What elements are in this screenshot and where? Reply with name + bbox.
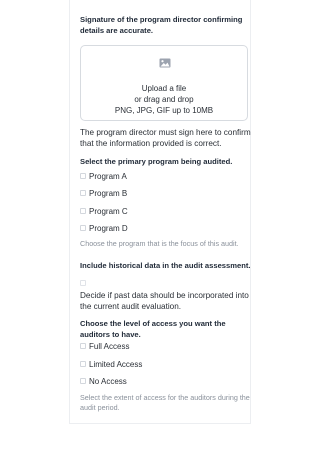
access-option-label: No Access [89, 376, 127, 386]
program-option-label: Program A [89, 171, 127, 181]
upload-hint: PNG, JPG, GIF up to 10MB [114, 106, 214, 115]
program-option[interactable]: Program A [80, 170, 127, 182]
historical-data-help: Decide if past data should be incorporat… [80, 291, 249, 311]
radio-button[interactable] [80, 190, 86, 196]
access-level-label: Choose the level of access you want the … [80, 319, 226, 339]
file-upload-dropzone[interactable]: Upload a file or drag and drop PNG, JPG,… [80, 45, 248, 121]
historical-data-label: Include historical data in the audit ass… [80, 261, 251, 270]
program-option[interactable]: Program D [80, 222, 128, 234]
primary-program-help: Choose the program that is the focus of … [80, 239, 239, 248]
program-option-label: Program C [89, 206, 128, 216]
access-option-label: Limited Access [89, 359, 143, 369]
radio-button[interactable] [80, 225, 86, 231]
access-option-label: Full Access [89, 341, 130, 351]
radio-button[interactable] [80, 343, 86, 349]
radio-button[interactable] [80, 208, 86, 214]
signature-label: Signature of the program director confir… [80, 15, 243, 35]
access-option[interactable]: Full Access [80, 340, 129, 352]
access-option[interactable]: No Access [80, 375, 127, 387]
program-option-label: Program B [89, 188, 128, 198]
signature-help: The program director must sign here to c… [80, 128, 251, 148]
page: Signature of the program director confir… [0, 0, 320, 453]
primary-program-label: Select the primary program being audited… [80, 157, 233, 166]
program-option[interactable]: Program C [80, 205, 128, 217]
radio-button[interactable] [80, 173, 86, 179]
access-option[interactable]: Limited Access [80, 358, 142, 370]
radio-button[interactable] [80, 361, 86, 367]
program-option-label: Program D [89, 223, 128, 233]
radio-button[interactable] [80, 378, 86, 384]
historical-data-checkbox[interactable] [80, 280, 86, 286]
program-option[interactable]: Program B [80, 187, 127, 199]
upload-title[interactable]: Upload a file [81, 83, 247, 94]
image-icon [159, 58, 171, 68]
upload-subtitle: or drag and drop [134, 95, 194, 104]
access-level-help: Select the extent of access for the audi… [80, 393, 250, 412]
